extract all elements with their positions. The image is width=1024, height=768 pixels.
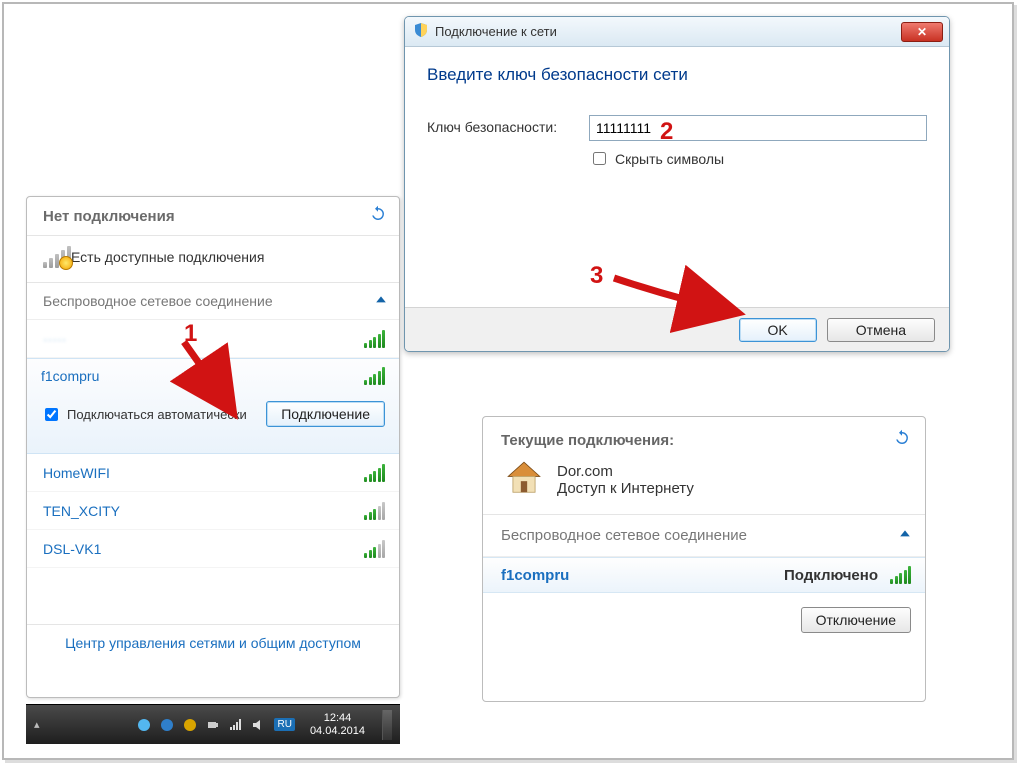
tray-icon[interactable] (136, 717, 152, 733)
network-name: DSL-VK1 (43, 541, 101, 557)
ok-button[interactable]: OK (739, 318, 817, 342)
signal-icon (364, 464, 385, 482)
current-connections-panel: Текущие подключения: Dor.com Доступ к Ин… (482, 416, 926, 702)
dialog-title: Подключение к сети (435, 24, 557, 39)
signal-icon (364, 540, 385, 558)
home-name: Dor.com (557, 463, 694, 480)
composite-frame: Нет подключения Есть доступные подключен… (2, 2, 1014, 760)
flyout-title: Нет подключения (43, 208, 175, 225)
signal-with-sun-icon (43, 246, 71, 268)
step-number-1: 1 (184, 320, 197, 348)
tray-icon[interactable] (182, 717, 198, 733)
signal-icon (890, 566, 911, 584)
cancel-button[interactable]: Отмена (827, 318, 935, 342)
shield-icon (413, 22, 429, 41)
connected-network-row[interactable]: f1compru Подключено (483, 557, 925, 593)
hide-chars-label: Скрыть символы (615, 151, 724, 167)
dialog-footer: OK Отмена (405, 307, 949, 351)
network-item-selected[interactable]: f1compru Подключаться автоматически Подк… (27, 358, 399, 454)
dialog-prompt: Введите ключ безопасности сети (427, 65, 927, 85)
taskbar[interactable]: ▴ RU 12:44 04.04.2014 (26, 704, 400, 744)
panel3-section-header[interactable]: Беспроводное сетевое соединение (483, 515, 925, 557)
home-access: Доступ к Интернету (557, 480, 694, 497)
auto-connect-input[interactable] (45, 408, 58, 421)
panel3-section-label: Беспроводное сетевое соединение (501, 527, 747, 544)
network-item-blurred[interactable]: ····· (27, 320, 399, 358)
taskbar-clock[interactable]: 12:44 04.04.2014 (310, 712, 365, 736)
key-label: Ключ безопасности: (427, 119, 589, 137)
language-indicator[interactable]: RU (274, 718, 294, 731)
chevron-up-icon (375, 293, 387, 309)
tray-volume-icon[interactable] (251, 717, 267, 733)
flyout-header: Нет подключения (27, 197, 399, 236)
signal-icon (364, 367, 385, 385)
clock-time: 12:44 (310, 712, 365, 724)
availability-text: Есть доступные подключения (71, 249, 264, 265)
network-center-link[interactable]: Центр управления сетями и общим доступом (27, 624, 399, 663)
auto-connect-checkbox[interactable]: Подключаться автоматически (41, 405, 247, 424)
section-label: Беспроводное сетевое соединение (43, 293, 273, 309)
connected-status: Подключено (784, 567, 878, 584)
tray-power-icon[interactable] (205, 717, 221, 733)
home-network-row: Dor.com Доступ к Интернету (483, 455, 925, 515)
step-number-3: 3 (590, 262, 603, 290)
close-icon: ✕ (917, 25, 927, 39)
network-name: ····· (43, 331, 66, 347)
tray-network-icon[interactable] (228, 717, 244, 733)
connect-dialog: Подключение к сети ✕ Введите ключ безопа… (404, 16, 950, 352)
status-row: Есть доступные подключения (27, 236, 399, 283)
signal-icon (364, 330, 385, 348)
chevron-up-icon (899, 527, 911, 544)
clock-date: 04.04.2014 (310, 725, 365, 737)
network-name: TEN_XCITY (43, 503, 120, 519)
disconnect-button[interactable]: Отключение (801, 607, 911, 633)
security-key-input[interactable] (589, 115, 927, 141)
tray-icon[interactable] (159, 717, 175, 733)
house-icon (505, 459, 543, 500)
refresh-icon[interactable] (369, 205, 387, 227)
show-desktop-button[interactable] (382, 710, 392, 740)
auto-connect-label: Подключаться автоматически (67, 407, 247, 422)
wireless-section-header[interactable]: Беспроводное сетевое соединение (27, 283, 399, 320)
hide-chars-input[interactable] (593, 152, 606, 165)
network-flyout: Нет подключения Есть доступные подключен… (26, 196, 400, 698)
network-name: HomeWIFI (43, 465, 110, 481)
network-item[interactable]: DSL-VK1 (27, 530, 399, 568)
step-number-2: 2 (660, 118, 673, 146)
refresh-icon[interactable] (893, 429, 911, 451)
connect-button[interactable]: Подключение (266, 401, 385, 427)
connected-ssid: f1compru (501, 567, 569, 584)
panel3-title: Текущие подключения: (501, 432, 674, 449)
tray-chevron-icon[interactable]: ▴ (34, 718, 40, 731)
signal-icon (364, 502, 385, 520)
hide-chars-checkbox[interactable]: Скрыть символы (589, 149, 927, 168)
network-item[interactable]: TEN_XCITY (27, 492, 399, 530)
network-name: f1compru (41, 368, 99, 384)
close-button[interactable]: ✕ (901, 22, 943, 42)
network-item[interactable]: HomeWIFI (27, 454, 399, 492)
dialog-titlebar[interactable]: Подключение к сети ✕ (405, 17, 949, 47)
